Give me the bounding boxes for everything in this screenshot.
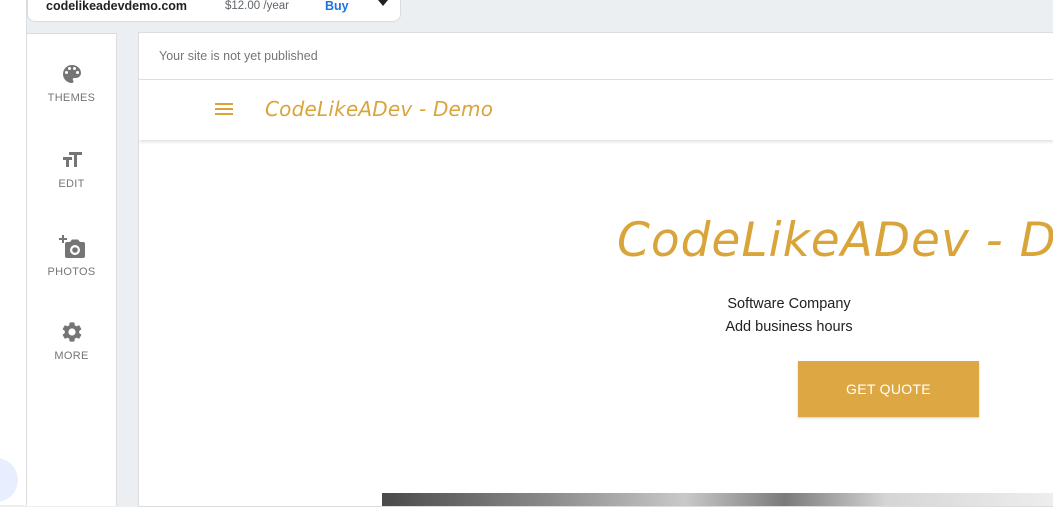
left-strip — [0, 0, 27, 505]
rail-label: EDIT — [58, 178, 85, 190]
help-button[interactable] — [0, 458, 18, 502]
publish-notice-text: Your site is not yet published — [159, 49, 318, 63]
business-category: Software Company — [727, 296, 851, 312]
site-name[interactable]: CodeLikeADev - Demo — [265, 97, 493, 121]
business-hours: Add business hours — [725, 319, 853, 335]
add-photo-icon — [58, 235, 85, 258]
rail-label: THEMES — [47, 92, 96, 104]
menu-icon[interactable] — [215, 102, 233, 116]
site-preview: Your site is not yet published CodeLikeA… — [138, 32, 1053, 507]
domain-name: codelikeadevdemo.com — [46, 0, 188, 13]
text-format-icon — [62, 152, 82, 167]
palette-icon — [62, 65, 81, 83]
rail-item-themes[interactable]: THEMES — [27, 62, 116, 126]
editor-rail: THEMES EDIT PHOTOS MORE — [27, 33, 117, 506]
domain-price: $12.00 /year — [225, 0, 289, 12]
rail-item-more[interactable]: MORE — [27, 320, 116, 384]
rail-label: MORE — [54, 350, 89, 362]
hero-image — [382, 493, 1053, 506]
gear-icon — [62, 322, 81, 342]
caret-down-icon[interactable] — [376, 0, 390, 8]
rail-label: PHOTOS — [47, 266, 96, 278]
get-quote-button[interactable]: GET QUOTE — [798, 361, 979, 417]
rail-item-photos[interactable]: PHOTOS — [27, 234, 116, 298]
hero-title: CodeLikeADev - Demo — [617, 213, 1053, 268]
buy-link[interactable]: Buy — [325, 0, 349, 13]
publish-notice: Your site is not yet published — [139, 33, 1053, 80]
domain-card: codelikeadevdemo.com $12.00 /year Buy — [27, 0, 401, 22]
rail-item-edit[interactable]: EDIT — [27, 148, 116, 212]
site-header: CodeLikeADev - Demo — [139, 80, 1053, 140]
